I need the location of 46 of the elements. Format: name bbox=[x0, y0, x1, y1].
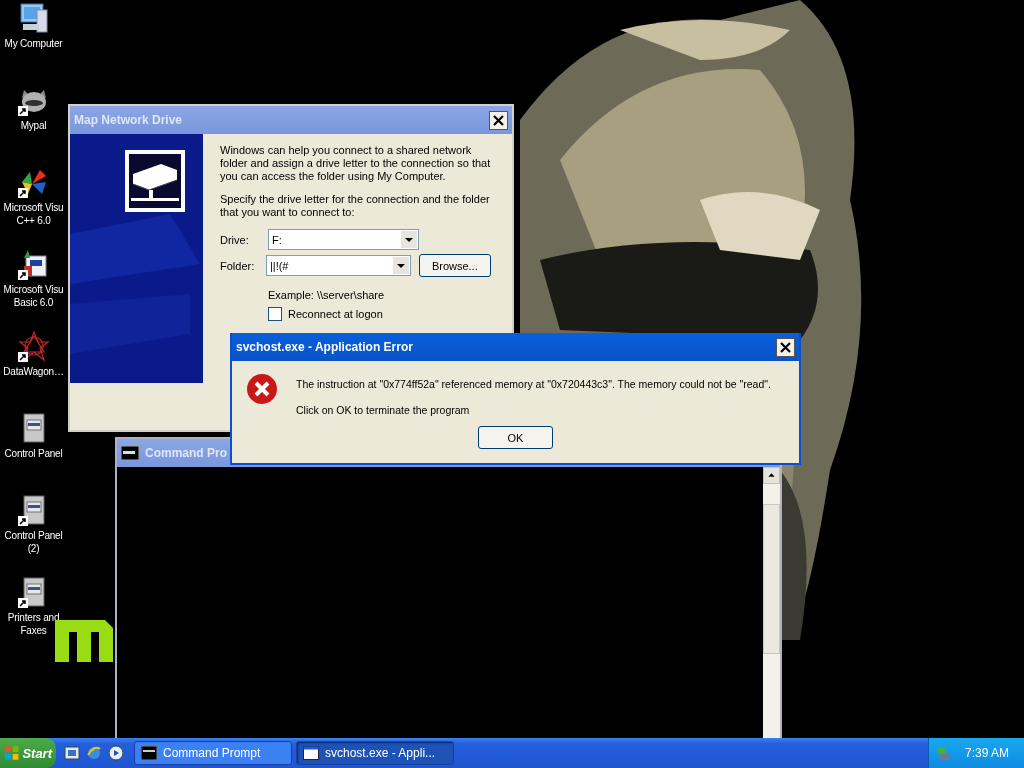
reconnect-label: Reconnect at logon bbox=[288, 308, 383, 320]
desktop-icon-label[interactable]: Control Panel bbox=[4, 447, 63, 460]
taskbar-button[interactable]: svchost.exe - Appli... bbox=[296, 741, 454, 765]
desktop-icon-label[interactable]: Control Panel (2) bbox=[4, 529, 63, 555]
scrollbar-thumb[interactable] bbox=[763, 504, 780, 654]
desktop-icon-label[interactable]: Microsoft Visu C++ 6.0 bbox=[3, 201, 64, 227]
window-icon bbox=[303, 746, 319, 760]
windows-flag-icon bbox=[4, 745, 20, 761]
desktop-icon-label[interactable]: DataWagon… bbox=[3, 365, 64, 378]
drive-label: Drive: bbox=[220, 233, 250, 246]
desktop-icon-label[interactable]: Microsoft Visu Basic 6.0 bbox=[3, 283, 64, 309]
start-button[interactable]: Start bbox=[0, 738, 56, 768]
error-message: The instruction at "0x774ff52a" referenced memory at "0x720443c3". The memory could not be "read". bbox=[296, 378, 771, 390]
desktop-icon-label[interactable]: My Computer bbox=[4, 37, 63, 50]
example-text: Example: \\server\share bbox=[268, 289, 386, 301]
console-icon bbox=[141, 746, 157, 760]
caret-icon bbox=[392, 257, 409, 274]
scrollbar[interactable] bbox=[763, 467, 780, 738]
error-hint: Click on OK to terminate the program bbox=[296, 404, 471, 416]
desktop-icon[interactable] bbox=[64, 745, 80, 761]
close-icon bbox=[780, 341, 791, 353]
basic-icon[interactable] bbox=[17, 248, 50, 280]
window-title: Map Network Drive bbox=[74, 113, 184, 127]
folder-dropdown[interactable]: ||!(# bbox=[265, 255, 411, 276]
star-icon[interactable] bbox=[17, 330, 50, 362]
browse-button[interactable]: Browse... bbox=[418, 254, 491, 277]
window-title: svchost.exe - Application Error bbox=[236, 340, 414, 354]
ok-button[interactable]: OK bbox=[478, 426, 553, 449]
close-button[interactable] bbox=[776, 337, 795, 357]
scroll-up-button[interactable] bbox=[763, 467, 780, 484]
console-icon bbox=[121, 446, 139, 460]
caret-icon bbox=[401, 231, 417, 248]
desktop-icon-label[interactable]: Mypal bbox=[20, 119, 47, 132]
media-player-icon[interactable] bbox=[108, 745, 124, 761]
drive-dropdown[interactable]: F: bbox=[268, 229, 419, 250]
folder-label: Folder: bbox=[220, 259, 256, 272]
browser-icon[interactable] bbox=[86, 745, 102, 761]
window-title: Command Pro bbox=[145, 446, 228, 460]
taskbar-button[interactable]: Command Prompt bbox=[134, 741, 292, 765]
intro-text: Windows can help you connect to a shared network folder and assign a drive letter to the connection so that you can access the folder using My Computer. bbox=[220, 144, 491, 183]
close-icon bbox=[493, 114, 504, 126]
network-drive-icon bbox=[125, 150, 185, 212]
reconnect-checkbox[interactable] bbox=[268, 307, 282, 321]
error-icon bbox=[246, 373, 278, 405]
computer-icon[interactable] bbox=[17, 2, 50, 34]
instruction-text: Specify the drive letter for the connection and the folder that you want to connect to: bbox=[220, 193, 491, 219]
